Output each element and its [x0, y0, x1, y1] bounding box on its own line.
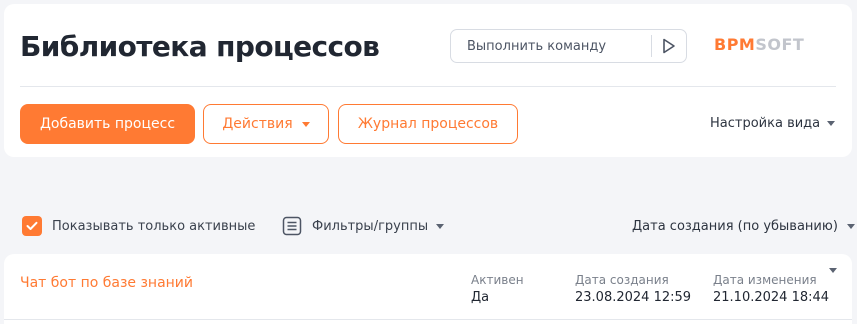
play-icon	[663, 38, 675, 54]
active-field: Активен Да	[471, 273, 524, 305]
add-process-button[interactable]: Добавить процесс	[20, 104, 195, 144]
created-date-label: Дата создания	[575, 273, 669, 287]
chevron-down-icon	[301, 121, 310, 127]
created-date-value: 23.08.2024 12:59	[575, 290, 692, 305]
filters-groups-label: Фильтры/группы	[312, 218, 429, 234]
show-active-only-checkbox[interactable]	[22, 216, 42, 236]
process-name-link[interactable]: Чат бот по базе знаний	[20, 275, 193, 291]
page-title: Библиотека процессов	[20, 30, 380, 63]
modified-date-value: 21.10.2024 18:44	[713, 290, 830, 305]
row-menu-chevron-icon[interactable]	[829, 268, 837, 273]
check-icon	[26, 221, 38, 230]
active-field-label: Активен	[471, 273, 524, 287]
logo-bpm: BPM	[714, 35, 756, 54]
process-list: Чат бот по базе знаний Активен Да Дата с…	[4, 254, 852, 324]
sort-dropdown[interactable]: Дата создания (по убыванию)	[632, 214, 855, 238]
actions-label: Действия	[222, 116, 293, 132]
row-divider	[4, 319, 852, 320]
filter-list-icon	[282, 216, 302, 236]
view-settings-label: Настройка вида	[710, 116, 821, 131]
header-divider	[20, 86, 836, 87]
command-input[interactable]: Выполнить команду	[450, 29, 687, 63]
command-placeholder[interactable]: Выполнить команду	[451, 39, 651, 54]
actions-button[interactable]: Действия	[203, 104, 329, 144]
view-settings-dropdown[interactable]: Настройка вида	[710, 116, 836, 131]
bpmsoft-logo: BPMSOFT	[714, 35, 804, 54]
run-command-button[interactable]	[652, 30, 686, 62]
filters-groups-dropdown[interactable]: Фильтры/группы	[282, 214, 445, 238]
chevron-down-icon	[436, 223, 445, 229]
active-field-value: Да	[471, 290, 490, 305]
add-process-label: Добавить процесс	[39, 116, 176, 132]
process-journal-button[interactable]: Журнал процессов	[338, 104, 518, 144]
show-active-only-label: Показывать только активные	[52, 218, 256, 234]
chevron-down-icon	[827, 121, 836, 126]
show-active-only-toggle[interactable]: Показывать только активные	[22, 214, 255, 238]
modified-date-field: Дата изменения 21.10.2024 18:44	[713, 273, 829, 305]
logo-soft: SOFT	[755, 35, 805, 54]
chevron-down-icon	[846, 223, 855, 229]
created-date-field: Дата создания 23.08.2024 12:59	[575, 273, 691, 305]
process-journal-label: Журнал процессов	[357, 116, 499, 132]
modified-date-label: Дата изменения	[713, 273, 817, 287]
sort-label: Дата создания (по убыванию)	[632, 218, 838, 234]
header-panel: Библиотека процессов Выполнить команду B…	[4, 4, 852, 157]
